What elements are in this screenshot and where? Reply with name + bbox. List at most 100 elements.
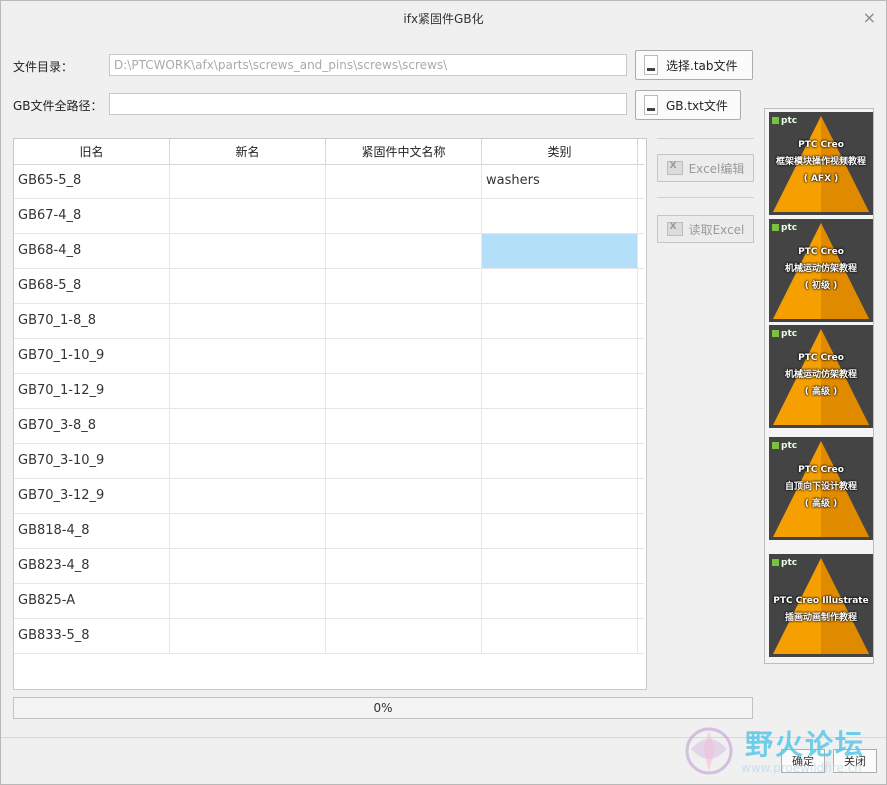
table-cell[interactable]: GB67-4_8 xyxy=(14,199,170,233)
excel-edit-button[interactable]: Excel编辑 xyxy=(657,154,754,182)
table-cell[interactable] xyxy=(482,514,638,548)
select-tab-button[interactable]: 选择.tab文件 xyxy=(635,50,753,80)
table-cell[interactable] xyxy=(326,199,482,233)
table-cell[interactable]: GB70_1-8_8 xyxy=(14,304,170,338)
table-cell[interactable] xyxy=(482,339,638,373)
table-row[interactable]: GB833-5_8 xyxy=(14,619,644,654)
table-cell[interactable]: GB823-4_8 xyxy=(14,549,170,583)
table-row[interactable]: GB825-A xyxy=(14,584,644,619)
close-button[interactable]: 关闭 xyxy=(833,749,877,773)
table-cell[interactable] xyxy=(170,304,326,338)
table-cell[interactable] xyxy=(326,549,482,583)
table-cell[interactable] xyxy=(326,374,482,408)
table-cell[interactable] xyxy=(326,409,482,443)
table-cell[interactable] xyxy=(482,234,638,268)
table-row[interactable]: GB70_1-10_9 xyxy=(14,339,644,374)
gb-txt-button[interactable]: GB.txt文件 xyxy=(635,90,741,120)
ok-button[interactable]: 确定 xyxy=(781,749,825,773)
table-cell[interactable] xyxy=(170,339,326,373)
table-cell[interactable] xyxy=(170,514,326,548)
table-cell[interactable] xyxy=(326,479,482,513)
table-cell[interactable] xyxy=(482,304,638,338)
table-cell[interactable] xyxy=(170,584,326,618)
table-row[interactable]: GB68-5_8 xyxy=(14,269,644,304)
tutorial-ad[interactable]: ptc PTC Creo 机械运动仿架教程 ( 高级 ) xyxy=(769,325,873,428)
table-cell[interactable] xyxy=(482,549,638,583)
table-cell[interactable] xyxy=(326,444,482,478)
ad-text-line: ( 初级 ) xyxy=(804,281,838,291)
table-row[interactable]: GB70_3-12_9 xyxy=(14,479,644,514)
table-cell[interactable] xyxy=(326,269,482,303)
table-cell[interactable] xyxy=(482,444,638,478)
tutorial-ad[interactable]: ptc PTC Creo 自顶向下设计教程 ( 高级 ) xyxy=(769,437,873,540)
table-cell[interactable]: GB70_3-8_8 xyxy=(14,409,170,443)
tutorial-ad[interactable]: ptc PTC Creo 框架模块操作视频教程 ( AFX ) xyxy=(769,112,873,215)
ad-text-line: 插画动画制作教程 xyxy=(784,613,857,623)
table-row[interactable]: GB65-5_8 washers xyxy=(14,164,644,199)
excel-icon xyxy=(666,222,683,236)
table-cell[interactable] xyxy=(170,234,326,268)
table-cell[interactable] xyxy=(170,374,326,408)
close-icon[interactable]: × xyxy=(863,8,876,27)
table-row[interactable]: GB818-4_8 xyxy=(14,514,644,549)
table-cell[interactable] xyxy=(326,339,482,373)
table-cell[interactable]: GB68-4_8 xyxy=(14,234,170,268)
table-cell[interactable] xyxy=(326,584,482,618)
title-bar[interactable]: ifx紧固件GB化 × xyxy=(1,1,886,35)
column-header-old-name[interactable]: 旧名 xyxy=(14,139,170,164)
table-cell[interactable] xyxy=(326,304,482,338)
read-excel-button[interactable]: 读取Excel xyxy=(657,215,754,243)
table-cell[interactable] xyxy=(170,619,326,653)
table-cell[interactable]: GB70_3-10_9 xyxy=(14,444,170,478)
table-cell[interactable] xyxy=(170,444,326,478)
table-row[interactable]: GB70_1-12_9 xyxy=(14,374,644,409)
table-row[interactable]: GB68-4_8 xyxy=(14,234,644,269)
table-cell[interactable] xyxy=(482,269,638,303)
table-cell[interactable]: GB833-5_8 xyxy=(14,619,170,653)
table-cell[interactable] xyxy=(482,409,638,443)
table-cell[interactable] xyxy=(170,479,326,513)
table-cell[interactable]: GB68-5_8 xyxy=(14,269,170,303)
table-cell[interactable] xyxy=(170,269,326,303)
table-cell[interactable]: washers xyxy=(482,164,638,198)
table-cell[interactable] xyxy=(326,164,482,198)
excel-edit-label: Excel编辑 xyxy=(688,161,745,176)
table-row[interactable]: GB70_1-8_8 xyxy=(14,304,644,339)
tutorial-ad[interactable]: ptc PTC Creo Illustrate 插画动画制作教程 xyxy=(769,554,873,657)
table-cell[interactable] xyxy=(482,479,638,513)
tutorial-ad[interactable]: ptc PTC Creo 机械运动仿架教程 ( 初级 ) xyxy=(769,219,873,322)
table-row[interactable]: GB67-4_8 xyxy=(14,199,644,234)
gb-path-label: GB文件全路径： xyxy=(13,99,103,113)
table-row[interactable]: GB823-4_8 xyxy=(14,549,644,584)
dir-label: 文件目录： xyxy=(13,60,74,74)
table-cell[interactable] xyxy=(170,199,326,233)
table-cell[interactable]: GB65-5_8 xyxy=(14,164,170,198)
ad-text-line: PTC Creo xyxy=(798,353,844,363)
table-cell[interactable] xyxy=(326,619,482,653)
gb-path-input[interactable] xyxy=(109,93,627,115)
column-header-new-name[interactable]: 新名 xyxy=(170,139,326,164)
table-cell[interactable] xyxy=(170,409,326,443)
table-cell[interactable]: GB818-4_8 xyxy=(14,514,170,548)
ad-text-line: PTC Creo xyxy=(798,247,844,257)
table-cell[interactable]: GB825-A xyxy=(14,584,170,618)
table-cell[interactable] xyxy=(170,549,326,583)
table-cell[interactable] xyxy=(326,234,482,268)
table-cell[interactable]: GB70_1-12_9 xyxy=(14,374,170,408)
ptc-logo: ptc xyxy=(772,116,797,126)
table-cell[interactable] xyxy=(326,514,482,548)
table-cell[interactable] xyxy=(482,374,638,408)
table-cell[interactable]: GB70_1-10_9 xyxy=(14,339,170,373)
file-icon xyxy=(644,55,658,75)
table-row[interactable]: GB70_3-8_8 xyxy=(14,409,644,444)
column-header-category[interactable]: 类别 xyxy=(482,139,638,164)
data-grid[interactable]: 旧名 新名 紧固件中文名称 类别 GB65-5_8 washers GB67-4_8… xyxy=(13,138,647,690)
table-cell[interactable]: GB70_3-12_9 xyxy=(14,479,170,513)
table-row[interactable]: GB70_3-10_9 xyxy=(14,444,644,479)
dir-input[interactable]: D:\PTCWORK\afx\parts\screws_and_pins\scr… xyxy=(109,54,627,76)
table-cell[interactable] xyxy=(170,164,326,198)
column-header-chinese-name[interactable]: 紧固件中文名称 xyxy=(326,139,482,164)
table-cell[interactable] xyxy=(482,584,638,618)
table-cell[interactable] xyxy=(482,619,638,653)
table-cell[interactable] xyxy=(482,199,638,233)
